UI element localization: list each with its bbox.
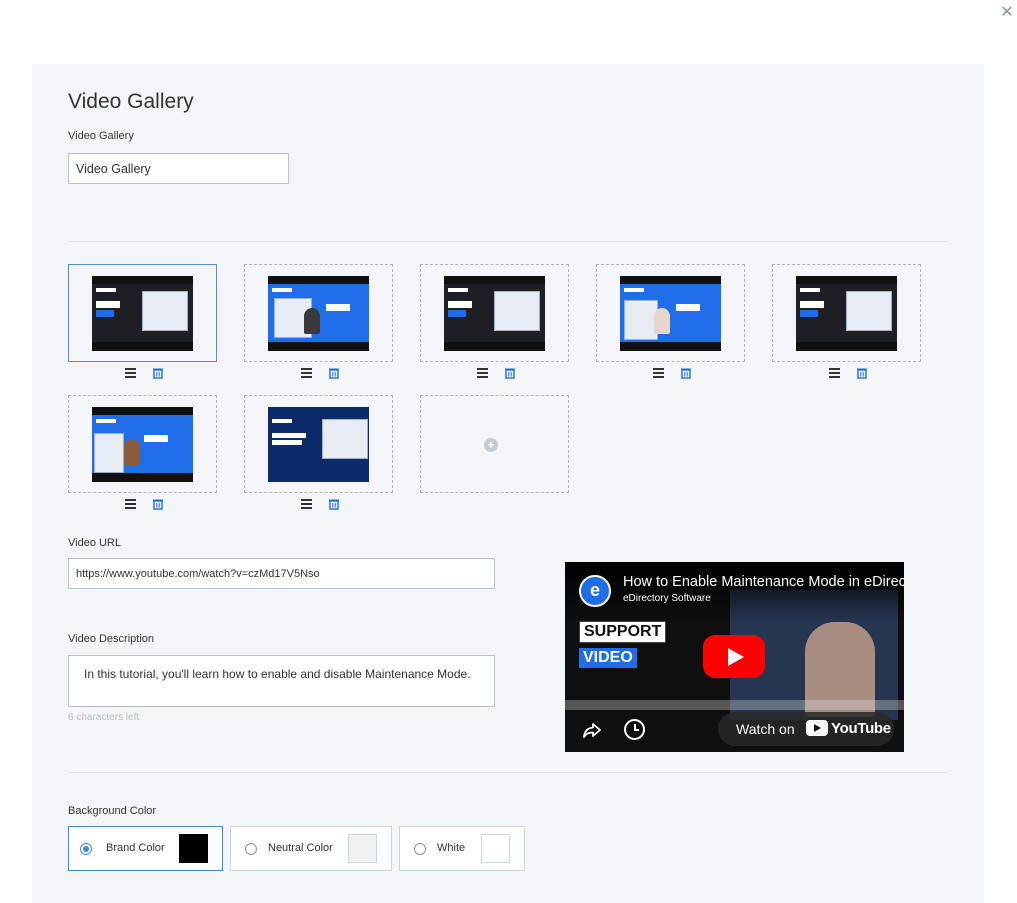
video-badge: VIDEO [579,648,637,668]
trash-icon[interactable] [856,367,868,379]
thumbnail-image [444,276,545,351]
add-video-button[interactable]: + [420,395,569,493]
drag-handle-icon[interactable] [301,368,312,378]
radio-neutral-color[interactable] [245,843,257,855]
video-description-textarea[interactable]: In this tutorial, you'll learn how to en… [68,655,495,707]
player-video-title[interactable]: How to Enable Maintenance Mode in eDirec… [623,574,904,590]
color-option-label: Brand Color [106,842,165,854]
brand-color-swatch [179,834,208,863]
drag-handle-icon[interactable] [829,368,840,378]
color-option-brand[interactable]: Brand Color [68,826,223,871]
trash-icon[interactable] [504,367,516,379]
color-option-white[interactable]: White [399,826,525,871]
background-color-label: Background Color [68,805,157,817]
thumbnail-image [92,276,193,351]
drag-handle-icon[interactable] [477,368,488,378]
player-channel-name[interactable]: eDirectory Software [623,593,711,604]
watch-on-label: Watch on [736,721,795,737]
drag-handle-icon[interactable] [653,368,664,378]
trash-icon[interactable] [680,367,692,379]
video-thumbnail-7[interactable] [244,395,393,493]
divider [68,772,948,773]
thumbnail-image [268,276,369,351]
thumbnail-image [620,276,721,351]
video-url-label: Video URL [68,537,121,549]
character-count: 6 characters left [68,712,140,723]
thumbnail-image [92,407,193,482]
radio-brand-color[interactable] [80,843,92,855]
watch-on-youtube-button[interactable]: Watch on YouTube [718,712,894,746]
video-thumbnail-6[interactable] [68,395,217,493]
youtube-player[interactable]: e How to Enable Maintenance Mode in eDir… [565,562,904,752]
drag-handle-icon[interactable] [125,499,136,509]
play-button[interactable] [703,635,765,678]
trash-icon[interactable] [328,498,340,510]
video-thumbnail-4[interactable] [596,264,745,362]
drag-handle-icon[interactable] [301,499,312,509]
page-title: Video Gallery [68,90,194,113]
gallery-name-label: Video Gallery [68,130,134,142]
watch-later-icon[interactable] [624,719,645,740]
channel-avatar[interactable]: e [579,575,611,607]
color-option-neutral[interactable]: Neutral Color [230,826,392,871]
video-description-label: Video Description [68,633,155,645]
thumbnail-image [268,407,369,482]
plus-icon: + [484,438,498,452]
video-url-input[interactable] [68,558,495,589]
video-gallery-panel: Video Gallery Video Gallery Video Galler… [32,64,984,903]
white-color-swatch [481,834,510,863]
video-thumbnail-5[interactable] [772,264,921,362]
share-icon[interactable] [582,720,602,740]
video-thumbnail-3[interactable] [420,264,569,362]
trash-icon[interactable] [152,498,164,510]
video-thumbnail-1[interactable] [68,264,217,362]
video-thumbnail-2[interactable] [244,264,393,362]
trash-icon[interactable] [152,367,164,379]
trash-icon[interactable] [328,367,340,379]
support-badge: SUPPORT [579,621,667,643]
close-icon[interactable]: ✕ [998,4,1016,22]
radio-white[interactable] [414,843,426,855]
color-option-label: Neutral Color [268,842,333,854]
divider [68,241,948,242]
neutral-color-swatch [348,834,377,863]
drag-handle-icon[interactable] [125,368,136,378]
youtube-wordmark: YouTube [831,720,891,737]
color-option-label: White [437,842,466,854]
thumbnail-image [796,276,897,351]
youtube-logo-icon [806,720,828,736]
gallery-name-input[interactable] [68,153,289,184]
